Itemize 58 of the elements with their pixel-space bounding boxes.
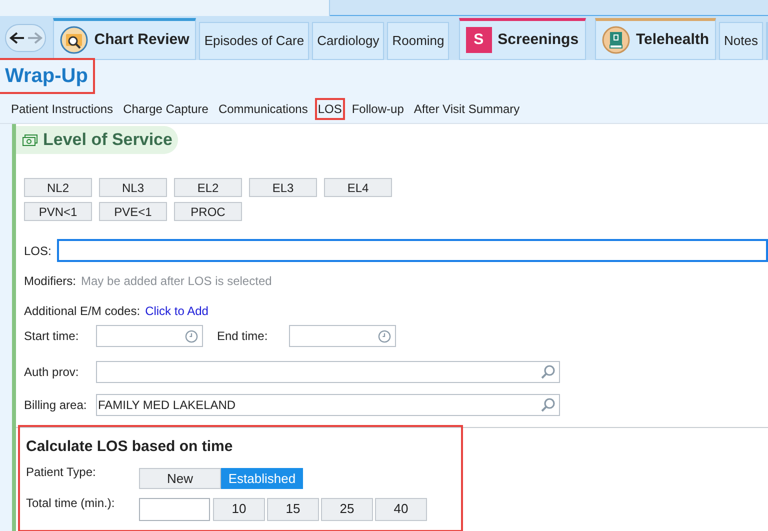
minutes-button[interactable]: 15: [267, 498, 319, 520]
activity-tab[interactable]: Rooming: [387, 22, 450, 60]
section-tab[interactable]: Patient Instructions: [10, 100, 114, 118]
activity-tab[interactable]: Chart Review: [53, 18, 196, 60]
field-label: LOS:: [24, 242, 52, 260]
hint-text: May be added after LOS is selected: [81, 273, 272, 290]
minutes-button[interactable]: 40: [375, 498, 427, 520]
code-button[interactable]: NL2: [24, 178, 92, 197]
activity-tab[interactable]: Telehealth: [594, 18, 716, 60]
add-link[interactable]: Click to Add: [145, 302, 208, 320]
activity-tab[interactable]: S Screenings: [458, 18, 586, 60]
book-icon: [602, 26, 630, 54]
section-tab[interactable]: Charge Capture: [122, 100, 210, 118]
field-label: End time:: [217, 328, 269, 345]
back-arrow-icon: [8, 31, 25, 45]
code-button[interactable]: NL3: [99, 178, 167, 197]
patient-type-option[interactable]: New: [139, 468, 221, 488]
clock-icon: [378, 330, 391, 342]
section-tab[interactable]: After Visit Summary: [412, 100, 521, 118]
field-label: Auth prov:: [24, 364, 80, 381]
section-tab[interactable]: Communications: [217, 100, 309, 118]
field-label: Patient Type:: [26, 464, 97, 480]
section-tab[interactable]: Follow-up: [350, 100, 405, 118]
field-label: Total time (min.):: [26, 494, 116, 512]
activity-tab[interactable]: Notes: [719, 22, 764, 60]
code-button[interactable]: PVN<1: [24, 202, 92, 221]
billing-area-field[interactable]: FAMILY MED LAKELAND: [96, 394, 560, 416]
time-field[interactable]: [96, 325, 203, 347]
minutes-button[interactable]: 25: [321, 498, 373, 520]
section-tab[interactable]: LOS: [316, 100, 343, 118]
code-button[interactable]: EL3: [249, 178, 317, 197]
activity-tab[interactable]: Cardiology: [312, 22, 384, 60]
field-label: Modifiers:: [24, 273, 76, 290]
time-field[interactable]: [289, 325, 396, 347]
field-label: Start time:: [24, 328, 80, 345]
code-button[interactable]: EL4: [324, 178, 392, 197]
page-title: Wrap-Up: [0, 60, 93, 92]
section-title: Level of Service: [43, 129, 172, 152]
provider-field[interactable]: [96, 361, 560, 383]
field-label: Additional E/M codes:: [24, 303, 140, 320]
code-button[interactable]: PROC: [174, 202, 242, 221]
code-button[interactable]: PVE<1: [99, 202, 167, 221]
minutes-input[interactable]: [139, 498, 210, 520]
money-icon: [22, 134, 38, 146]
activity-tab[interactable]: Episodes of Care: [199, 22, 310, 60]
screenings-icon: S: [466, 27, 492, 53]
los-input[interactable]: [57, 239, 768, 262]
navigation-buttons[interactable]: [5, 24, 46, 52]
code-button[interactable]: EL2: [174, 178, 242, 197]
search-icon: [540, 397, 556, 413]
clock-icon: [185, 330, 198, 342]
folder-magnifier-icon: [60, 26, 88, 54]
calculator-title: Calculate LOS based on time: [26, 437, 234, 457]
search-icon: [540, 364, 556, 380]
minutes-button[interactable]: 10: [213, 498, 265, 520]
field-label: Billing area:: [24, 397, 88, 414]
field-value: FAMILY MED LAKELAND: [98, 397, 236, 414]
forward-arrow-icon: [26, 31, 43, 45]
